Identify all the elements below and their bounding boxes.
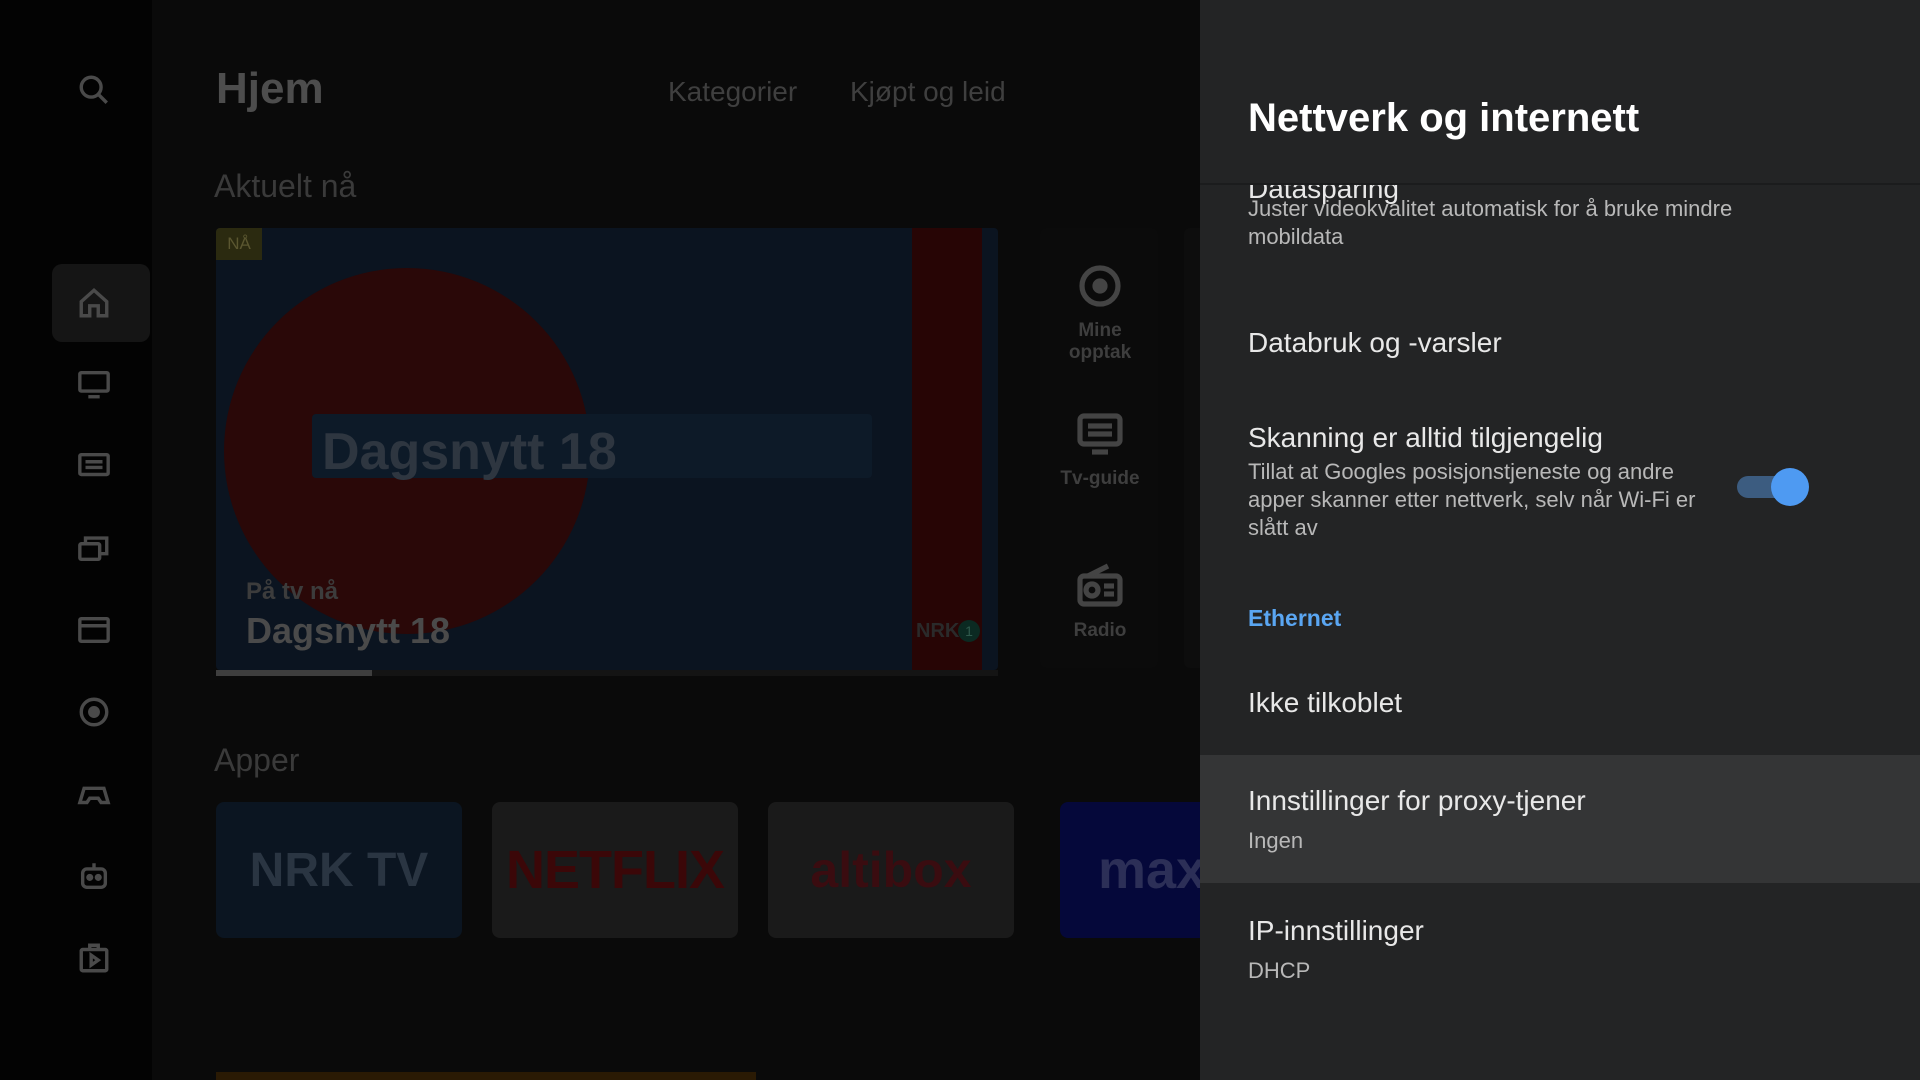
hero-title: Dagsnytt 18: [246, 610, 451, 651]
play-store-icon[interactable]: [72, 936, 116, 980]
setting-subtitle: Tillat at Googles posisjonstjeneste og a…: [1248, 459, 1696, 540]
quick-tile-tv-guide[interactable]: Tv-guide: [1040, 410, 1160, 490]
hero-subtitle: På tv nå: [246, 578, 339, 605]
side-navigation-rail: [0, 0, 152, 1080]
home-icon[interactable]: [72, 281, 116, 325]
setting-subtitle: Juster videokvalitet automatisk for å br…: [1248, 196, 1733, 249]
hero-show-graphic: Dagsnytt 18: [322, 423, 617, 481]
live-badge: NÅ: [216, 228, 262, 260]
record-icon[interactable]: [72, 690, 116, 734]
recordings-icon[interactable]: [72, 526, 116, 570]
quick-tile-label: Radio: [1073, 620, 1127, 641]
record-icon: [1079, 265, 1121, 307]
toggle-knob: [1771, 468, 1809, 506]
nav-link-kategorier[interactable]: Kategorier: [668, 76, 797, 108]
games-icon[interactable]: [72, 772, 116, 816]
setting-databruk-og-varsler[interactable]: Databruk og -varsler: [1200, 315, 1920, 395]
section-header-ethernet: Ethernet: [1248, 605, 1342, 631]
setting-title: Ikke tilkoblet: [1248, 687, 1403, 718]
search-icon[interactable]: [72, 68, 116, 112]
settings-list[interactable]: Datasparing Juster videokvalitet automat…: [1200, 185, 1920, 1080]
nav-link-kjopt-og-leid[interactable]: Kjøpt og leid: [850, 76, 1006, 108]
quick-tile-label: Tv-guide: [1060, 468, 1140, 489]
setting-datasparing[interactable]: Datasparing Juster videokvalitet automat…: [1200, 185, 1920, 285]
setting-title: IP-innstillinger: [1248, 915, 1424, 946]
channel-number-badge: 1: [958, 620, 980, 642]
quick-tile-label: Mine: [1078, 320, 1122, 341]
setting-title: Innstillinger for proxy-tjener: [1248, 785, 1586, 816]
setting-skanning-alltid-tilgjengelig[interactable]: Skanning er alltid tilgjengelig Tillat a…: [1200, 410, 1920, 560]
scanning-toggle-switch[interactable]: [1737, 466, 1809, 506]
setting-title: Databruk og -varsler: [1248, 327, 1502, 358]
app-tile-nrk-tv[interactable]: NRK TV: [216, 802, 462, 938]
page-title: Hjem: [216, 64, 324, 113]
next-card-edge: [1184, 228, 1200, 668]
channel-logo: NRK: [916, 620, 960, 642]
radio-icon: [1077, 563, 1123, 607]
app-tile-netflix[interactable]: NETFLIX: [492, 802, 738, 938]
settings-panel: Nettverk og internett Datasparing Juster…: [1200, 0, 1920, 1080]
hero-progress-fill: [216, 670, 373, 676]
app-tile-altibox[interactable]: altibox: [768, 802, 1014, 938]
home-screen-background: Hjem Kategorier Kjøpt og leid Aktuelt nå…: [0, 0, 1200, 1080]
kids-icon[interactable]: [72, 854, 116, 898]
hero-progress-bar: [216, 670, 998, 676]
section-title-now: Aktuelt nå: [214, 168, 357, 204]
section-title-apps: Apper: [214, 742, 300, 778]
setting-ethernet-status[interactable]: Ikke tilkoblet: [1200, 665, 1920, 755]
tv-icon[interactable]: [72, 362, 116, 406]
setting-value: DHCP: [1248, 958, 1311, 983]
hero-card[interactable]: Dagsnytt 18 NÅ På tv nå Dagsnytt 18 NRK …: [216, 228, 998, 670]
hero-artwork-bar: [912, 228, 982, 670]
movies-icon[interactable]: [72, 608, 116, 652]
next-row-card-edge: [216, 1072, 756, 1080]
app-tile-max[interactable]: max: [1060, 802, 1200, 938]
quick-tile-mine-opptak[interactable]: Mine opptak: [1040, 262, 1160, 364]
guide-icon[interactable]: [72, 444, 116, 488]
setting-proxy[interactable]: Innstillinger for proxy-tjener Ingen: [1200, 755, 1920, 883]
panel-title: Nettverk og internett: [1248, 96, 1640, 140]
setting-value: Ingen: [1248, 828, 1304, 853]
quick-tile-radio[interactable]: Radio: [1040, 562, 1160, 642]
setting-title: Skanning er alltid tilgjengelig: [1248, 422, 1603, 453]
tv-guide-icon: [1077, 413, 1123, 455]
quick-tile-label-line2: opptak: [1068, 342, 1132, 363]
setting-ip[interactable]: IP-innstillinger DHCP: [1200, 883, 1920, 1013]
